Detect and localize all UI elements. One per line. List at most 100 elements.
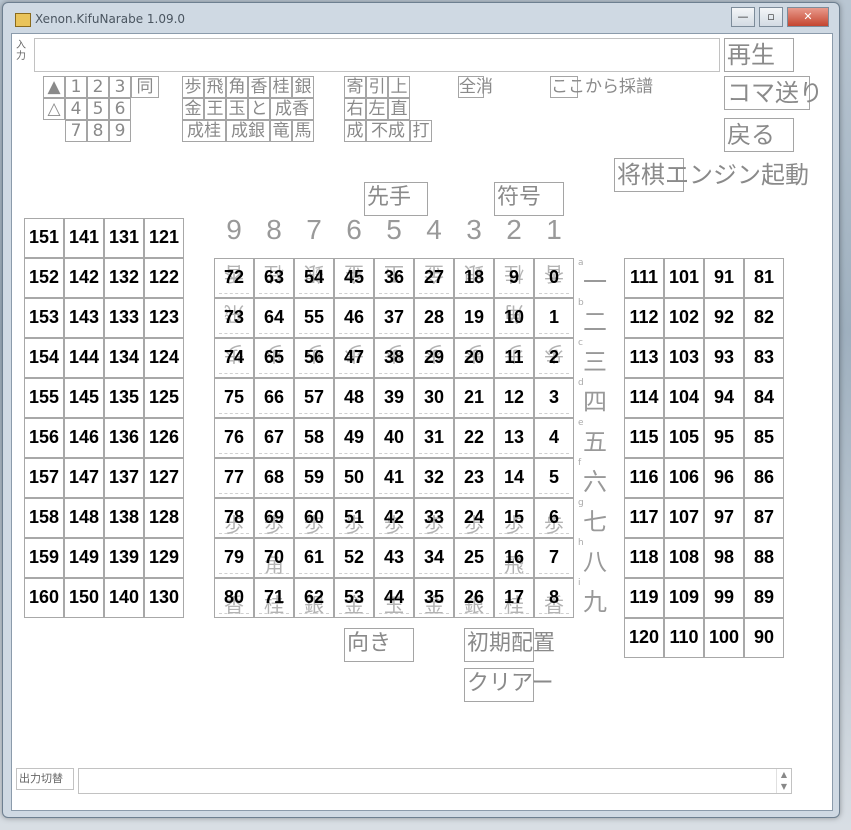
board-square[interactable]: 香8 — [534, 578, 574, 618]
gote-hand-square[interactable]: 138 — [104, 498, 144, 538]
board-square[interactable]: 5 — [534, 458, 574, 498]
board-square[interactable]: 1 — [534, 298, 574, 338]
direction-button[interactable]: 向き — [344, 628, 414, 662]
gote-hand-square[interactable]: 159 — [24, 538, 64, 578]
play-button[interactable]: 再生 — [724, 38, 794, 72]
kin-button[interactable]: 金 — [182, 98, 204, 120]
board-square[interactable]: 67 — [254, 418, 294, 458]
sente-hand-square[interactable]: 103 — [664, 338, 704, 378]
initial-setup-button[interactable]: 初期配置 — [464, 628, 555, 662]
sente-hand-square[interactable]: 97 — [704, 498, 744, 538]
hidari-button[interactable]: 左 — [366, 98, 388, 120]
notation-button[interactable]: 符号 — [494, 182, 564, 216]
sente-hand-square[interactable]: 119 — [624, 578, 664, 618]
sente-hand-square[interactable]: 116 — [624, 458, 664, 498]
board-square[interactable]: 歩 24 — [454, 498, 494, 538]
gote-hand-square[interactable]: 135 — [104, 378, 144, 418]
board-square[interactable]: 銀 18 — [454, 258, 494, 298]
board-square[interactable]: 68 — [254, 458, 294, 498]
gote-hand-square[interactable]: 141 — [64, 218, 104, 258]
board-square[interactable]: 19 — [454, 298, 494, 338]
board-square[interactable]: 31 — [414, 418, 454, 458]
board-square[interactable]: 41 — [374, 458, 414, 498]
kaku-button[interactable]: 角 — [226, 76, 248, 98]
gote-hand-square[interactable]: 130 — [144, 578, 184, 618]
sente-hand-square[interactable]: 99 — [704, 578, 744, 618]
kei-button[interactable]: 桂 — [270, 76, 292, 98]
board-square[interactable]: 歩 51 — [334, 498, 374, 538]
sente-hand-square[interactable]: 117 — [624, 498, 664, 538]
narazu-button[interactable]: 不成 — [366, 120, 410, 142]
board-square[interactable]: 48 — [334, 378, 374, 418]
num-3-button[interactable]: 3 — [109, 76, 131, 98]
sente-hand-square[interactable]: 107 — [664, 498, 704, 538]
board-square[interactable]: 22 — [454, 418, 494, 458]
sente-hand-square[interactable]: 86 — [744, 458, 784, 498]
gote-hand-square[interactable]: 140 — [104, 578, 144, 618]
uma-button[interactable]: 馬 — [292, 120, 314, 142]
sente-hand-square[interactable]: 120 — [624, 618, 664, 658]
scroll-down-icon[interactable]: ▼ — [777, 781, 791, 793]
migi-button[interactable]: 右 — [344, 98, 366, 120]
narigin-button[interactable]: 成銀 — [226, 120, 270, 142]
board-square[interactable]: 37 — [374, 298, 414, 338]
board-square[interactable]: 歩 56 — [294, 338, 334, 378]
sente-hand-square[interactable]: 111 — [624, 258, 664, 298]
board-square[interactable]: 歩 38 — [374, 338, 414, 378]
gote-hand-square[interactable]: 146 — [64, 418, 104, 458]
num-5-button[interactable]: 5 — [87, 98, 109, 120]
board-square[interactable]: 歩6 — [534, 498, 574, 538]
sente-hand-square[interactable]: 114 — [624, 378, 664, 418]
board-square[interactable]: 76 — [214, 418, 254, 458]
title-bar[interactable]: Xenon.KifuNarabe 1.09.0 — ▫ ✕ — [3, 3, 839, 35]
board-square[interactable]: 玉 36 — [374, 258, 414, 298]
narikyo-button[interactable]: 成香 — [270, 98, 314, 120]
gote-mark-button[interactable]: △ — [43, 98, 65, 120]
gote-hand-square[interactable]: 153 — [24, 298, 64, 338]
board-square[interactable]: 28 — [414, 298, 454, 338]
board-square[interactable]: 58 — [294, 418, 334, 458]
num-2-button[interactable]: 2 — [87, 76, 109, 98]
restore-button[interactable]: ▫ — [759, 7, 783, 27]
sente-hand-square[interactable]: 89 — [744, 578, 784, 618]
board-square[interactable]: 歩 42 — [374, 498, 414, 538]
board-square[interactable]: 32 — [414, 458, 454, 498]
fu-button[interactable]: 歩 — [182, 76, 204, 98]
board-square[interactable]: 3 — [534, 378, 574, 418]
sente-hand-square[interactable]: 109 — [664, 578, 704, 618]
board-square[interactable]: 桂 71 — [254, 578, 294, 618]
step-button[interactable]: コマ送り — [724, 76, 823, 110]
board-square[interactable]: 銀 54 — [294, 258, 334, 298]
sente-hand-square[interactable]: 88 — [744, 538, 784, 578]
gote-hand-square[interactable]: 136 — [104, 418, 144, 458]
sente-hand-square[interactable]: 96 — [704, 458, 744, 498]
board-square[interactable]: 金 53 — [334, 578, 374, 618]
board-square[interactable]: 飛 73 — [214, 298, 254, 338]
board-square[interactable]: 7 — [534, 538, 574, 578]
board-square[interactable]: 13 — [494, 418, 534, 458]
gote-hand-square[interactable]: 123 — [144, 298, 184, 338]
num-1-button[interactable]: 1 — [65, 76, 87, 98]
gote-hand-square[interactable]: 143 — [64, 298, 104, 338]
sente-hand-square[interactable]: 85 — [744, 418, 784, 458]
board-square[interactable]: 歩 11 — [494, 338, 534, 378]
sente-hand-square[interactable]: 100 — [704, 618, 744, 658]
board-square[interactable]: 金 27 — [414, 258, 454, 298]
gote-hand-square[interactable]: 149 — [64, 538, 104, 578]
sente-hand-square[interactable]: 110 — [664, 618, 704, 658]
board-square[interactable]: 香0 — [534, 258, 574, 298]
gote-hand-square[interactable]: 133 — [104, 298, 144, 338]
sente-button[interactable]: 先手 — [364, 182, 428, 216]
gote-hand-square[interactable]: 132 — [104, 258, 144, 298]
board-square[interactable]: 75 — [214, 378, 254, 418]
sente-hand-square[interactable]: 112 — [624, 298, 664, 338]
board-square[interactable]: 52 — [334, 538, 374, 578]
gote-hand-square[interactable]: 152 — [24, 258, 64, 298]
hisha-button[interactable]: 飛 — [204, 76, 226, 98]
gote-hand-square[interactable]: 129 — [144, 538, 184, 578]
num-7-button[interactable]: 7 — [65, 120, 87, 142]
sente-hand-square[interactable]: 118 — [624, 538, 664, 578]
board-square[interactable]: 12 — [494, 378, 534, 418]
gyoku-button[interactable]: 玉 — [226, 98, 248, 120]
sente-hand-square[interactable]: 94 — [704, 378, 744, 418]
